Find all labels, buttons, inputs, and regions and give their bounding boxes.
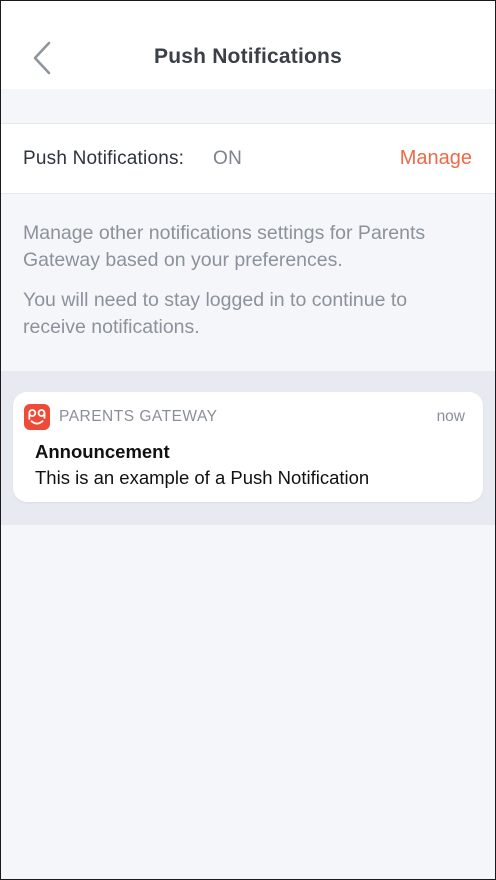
screen: Push Notifications Push Notifications: O… xyxy=(0,0,496,880)
setting-status: ON xyxy=(213,148,243,169)
notification-preview-section: PARENTS GATEWAY now Announcement This is… xyxy=(1,371,495,525)
app-name: PARENTS GATEWAY xyxy=(59,408,218,425)
push-notifications-setting-row: Push Notifications: ON Manage xyxy=(1,123,495,194)
section-spacer xyxy=(1,89,495,123)
setting-label: Push Notifications: xyxy=(23,148,185,169)
manage-button[interactable]: Manage xyxy=(400,147,472,170)
description-paragraph-1: Manage other notifications settings for … xyxy=(23,222,426,271)
notification-title: Announcement xyxy=(35,441,170,462)
parents-gateway-app-icon xyxy=(24,404,50,430)
notification-body: This is an example of a Push Notificatio… xyxy=(35,467,370,488)
description-text: Manage other notifications settings for … xyxy=(23,220,473,354)
navigation-bar: Push Notifications xyxy=(1,1,495,89)
description-paragraph-2: You will need to stay logged in to conti… xyxy=(23,289,408,338)
notification-preview-card: PARENTS GATEWAY now Announcement This is… xyxy=(13,392,483,502)
notification-time: now xyxy=(436,408,465,425)
page-title: Push Notifications xyxy=(154,45,342,68)
